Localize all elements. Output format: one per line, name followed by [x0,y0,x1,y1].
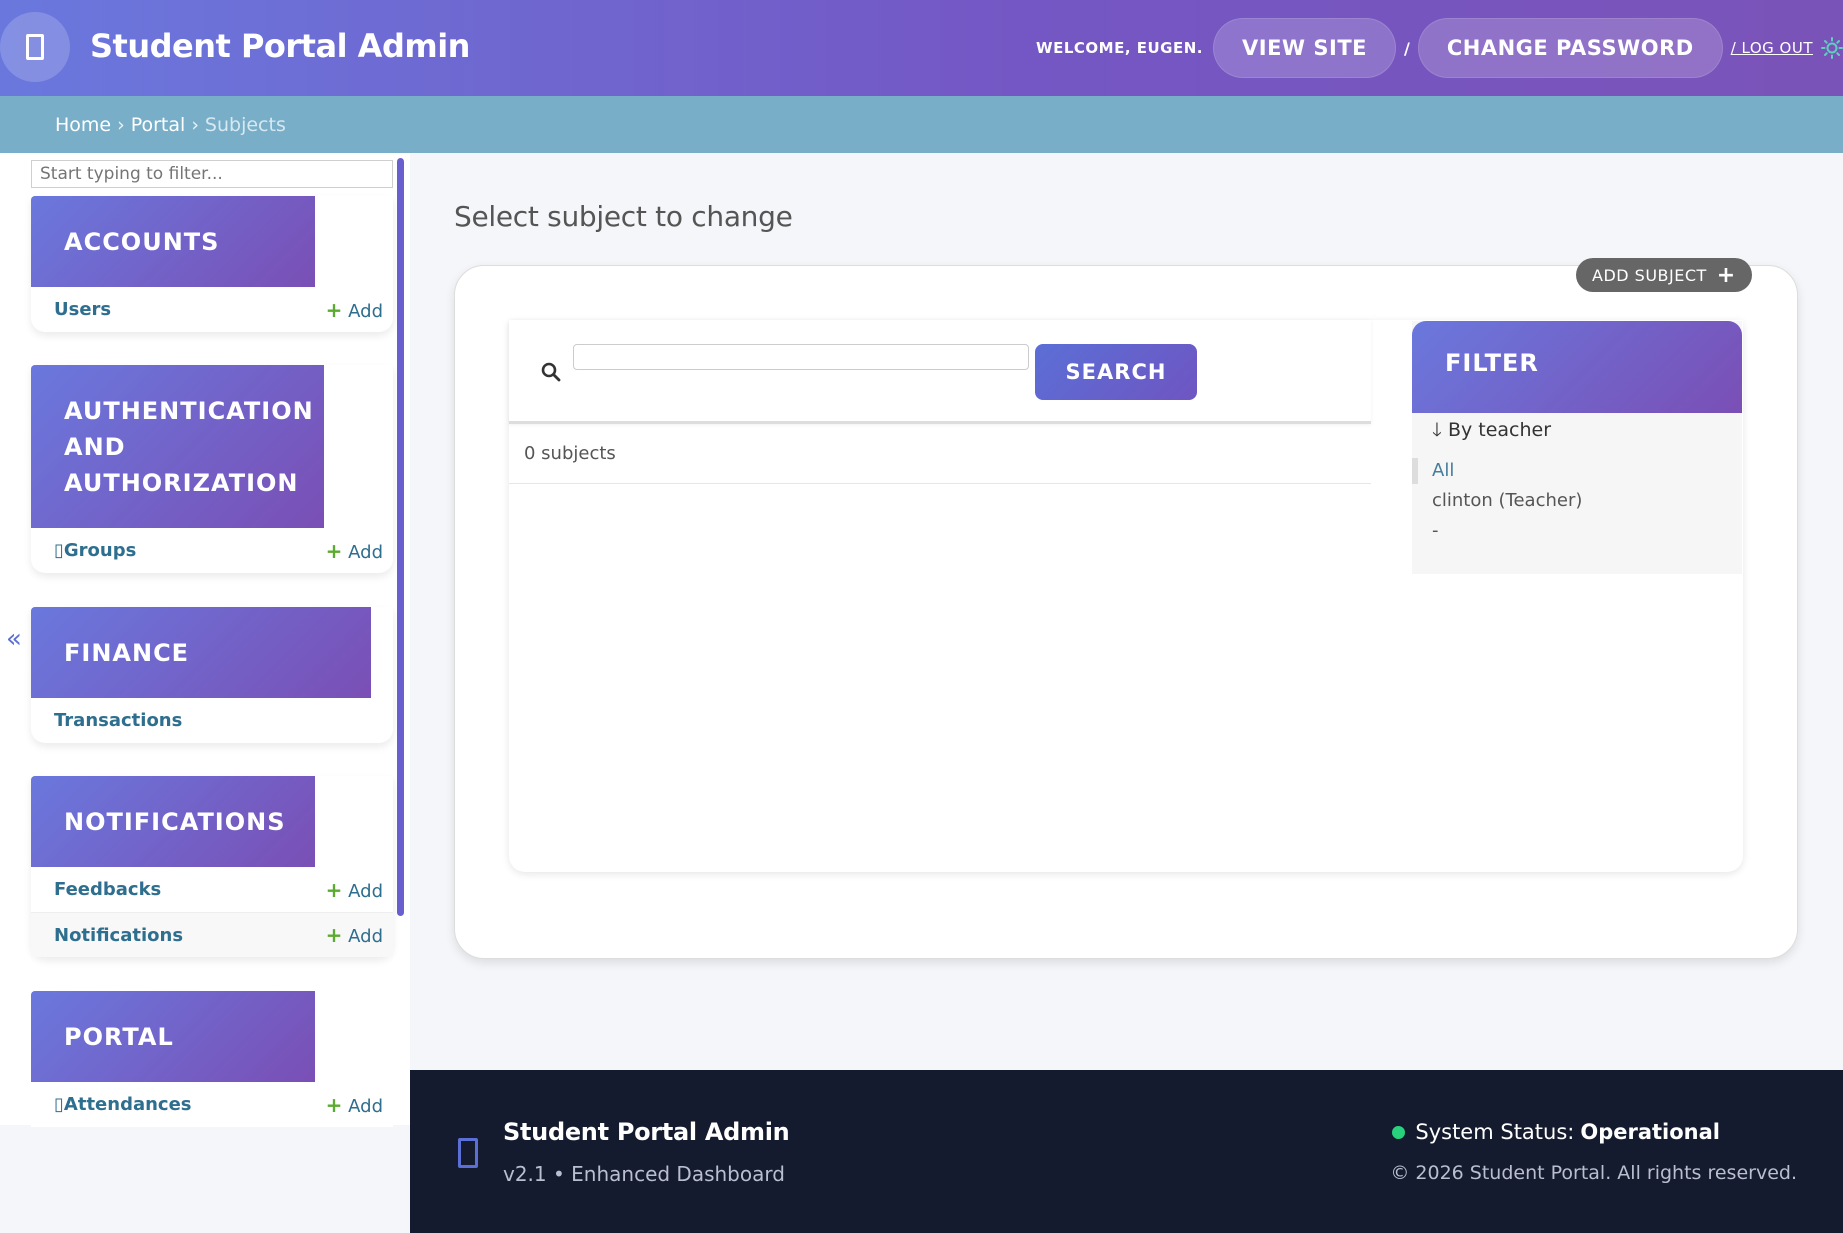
sidebar-bottom [0,1125,410,1233]
filter-panel: FILTER 🡓 By teacher All clinton (Teacher… [1412,321,1742,574]
plus-icon: + [325,1092,343,1117]
logout-link[interactable]: / LOG OUT [1731,39,1813,57]
footer-subtitle: v2.1 • Enhanced Dashboard [503,1162,785,1186]
divider [509,483,1371,484]
missing-glyph-icon: ▯ [54,540,64,561]
breadcrumb-separator: › [117,113,125,136]
header-bar: Student Portal Admin WELCOME, EUGEN. VIE… [0,0,1843,96]
sidebar-item-users[interactable]: Users + Add [31,287,393,332]
status-dot-icon [1392,1125,1406,1139]
filter-by-teacher[interactable]: 🡓 By teacher [1432,416,1551,448]
filter-option-all[interactable]: All [1412,456,1582,486]
system-status: System Status: Operational [1392,1120,1720,1144]
sidebar-filter-input[interactable] [31,160,393,188]
add-user-button[interactable]: + Add [326,298,383,322]
search-input[interactable] [573,344,1029,370]
status-label: System Status: [1415,1120,1575,1144]
sidebar-item-label[interactable]: Feedbacks [54,879,161,900]
sidebar-item-label[interactable]: Users [54,299,111,320]
logo-icon[interactable] [0,12,70,82]
breadcrumb-separator: › [191,113,199,136]
user-tools: WELCOME, EUGEN. VIEW SITE / CHANGE PASSW… [1036,18,1843,78]
sidebar-item-label[interactable]: ▯Attendances [54,1094,192,1115]
plus-icon: + [1716,262,1736,288]
add-feedback-button[interactable]: + Add [326,878,383,902]
result-count: 0 subjects [524,443,616,464]
footer: Student Portal Admin v2.1 • Enhanced Das… [410,1070,1843,1233]
plus-icon: + [325,297,343,322]
sidebar-scrollbar[interactable] [397,158,404,916]
search-button[interactable]: SEARCH [1035,344,1197,400]
breadcrumb-home[interactable]: Home [55,114,111,136]
plus-icon: + [325,923,343,947]
filter-option-empty[interactable]: - [1412,516,1582,546]
sidebar-item-attendances[interactable]: ▯Attendances + Add [31,1082,393,1127]
breadcrumb-current: Subjects [204,113,286,136]
module-caption[interactable]: FINANCE [31,607,371,698]
footer-logo-icon [458,1138,478,1168]
sidebar-item-label[interactable]: Transactions [54,710,182,731]
sidebar-item-label[interactable]: Notifications [54,925,183,946]
plus-icon: + [325,538,343,563]
add-attendance-button[interactable]: + Add [326,1093,383,1117]
status-value: Operational [1580,1120,1720,1144]
module-auth: AUTHENTICATION AND AUTHORIZATION ▯Groups… [31,365,393,573]
plus-icon: + [325,877,343,902]
site-brand[interactable]: Student Portal Admin [90,27,470,65]
footer-title: Student Portal Admin [503,1118,790,1146]
add-notification-button[interactable]: + Add [326,923,383,947]
filter-title: FILTER [1412,321,1742,413]
module-portal: PORTAL ▯Attendances + Add [31,991,393,1127]
sidebar-item-feedbacks[interactable]: Feedbacks + Add [31,867,393,912]
separator: / [1404,38,1410,58]
copyright: © 2026 Student Portal. All rights reserv… [1390,1162,1797,1184]
module-caption[interactable]: AUTHENTICATION AND AUTHORIZATION [31,365,324,528]
theme-toggle-icon[interactable] [1821,37,1843,59]
sidebar-item-label[interactable]: ▯Groups [54,540,136,561]
module-notifications: NOTIFICATIONS Feedbacks + Add Notificati… [31,776,393,957]
module-accounts: ACCOUNTS Users + Add [31,196,393,332]
breadcrumb: Home › Portal › Subjects [0,96,1843,153]
missing-glyph-icon: ▯ [54,1094,64,1115]
welcome-text: WELCOME, EUGEN. [1036,39,1203,57]
search-icon [541,362,561,386]
arrow-down-icon: 🡓 [1432,419,1442,441]
module-caption[interactable]: NOTIFICATIONS [31,776,315,867]
sidebar-item-groups[interactable]: ▯Groups + Add [31,528,393,573]
search-toolbar: SEARCH [509,320,1371,424]
filter-option-teacher[interactable]: clinton (Teacher) [1412,486,1582,516]
filter-options: All clinton (Teacher) - [1412,456,1582,546]
sidebar-collapse-toggle[interactable]: « [6,624,22,654]
view-site-button[interactable]: VIEW SITE [1213,18,1396,78]
add-subject-button[interactable]: ADD SUBJECT + [1576,258,1752,292]
module-finance: FINANCE Transactions [31,607,393,743]
module-caption[interactable]: PORTAL [31,991,315,1082]
change-password-button[interactable]: CHANGE PASSWORD [1417,18,1723,78]
sidebar-item-transactions[interactable]: Transactions [31,698,393,743]
sidebar-item-notifications[interactable]: Notifications + Add [31,912,393,957]
page-title: Select subject to change [454,200,793,233]
module-caption[interactable]: ACCOUNTS [31,196,315,287]
breadcrumb-portal[interactable]: Portal [131,114,186,136]
add-group-button[interactable]: + Add [326,539,383,563]
